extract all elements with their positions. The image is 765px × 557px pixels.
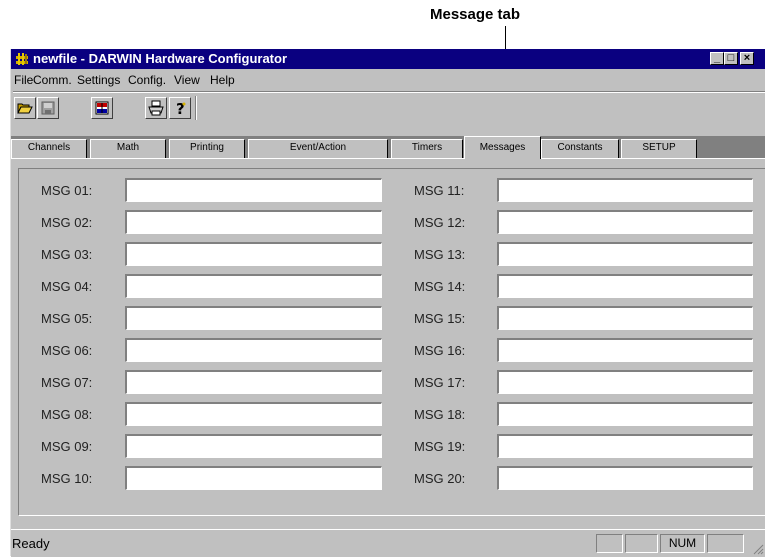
msg-18-input[interactable] <box>497 402 753 426</box>
status-bar: Ready NUM <box>11 529 765 557</box>
menu-help[interactable]: Help <box>210 73 235 87</box>
title-bar[interactable]: newfile - DARWIN Hardware Configurator _… <box>11 49 765 69</box>
help-icon: ? <box>176 100 186 116</box>
msg-17-input[interactable] <box>497 370 753 394</box>
print-button[interactable] <box>145 97 167 119</box>
status-pane-1 <box>596 534 623 553</box>
msg-01-label: MSG 01: <box>41 183 93 198</box>
open-folder-icon <box>17 103 33 114</box>
msg-10-label: MSG 10: <box>41 471 93 486</box>
msg-20-label: MSG 20: <box>414 471 466 486</box>
print-icon <box>148 100 164 116</box>
tab-constants[interactable]: Constants <box>541 139 619 158</box>
msg-04-label: MSG 04: <box>41 279 93 294</box>
window-title: newfile - DARWIN Hardware Configurator <box>33 51 288 66</box>
save-button[interactable] <box>37 97 59 119</box>
messages-panel: MSG 01: MSG 02: MSG 03: MSG 04: MSG 05: … <box>11 158 765 522</box>
menu-comm[interactable]: Comm. <box>33 73 72 87</box>
menu-view[interactable]: View <box>174 73 200 87</box>
msg-17-label: MSG 17: <box>414 375 466 390</box>
msg-04-input[interactable] <box>125 274 382 298</box>
msg-05-input[interactable] <box>125 306 382 330</box>
msg-15-label: MSG 15: <box>414 311 466 326</box>
msg-09-label: MSG 09: <box>41 439 93 454</box>
tab-math[interactable]: Math <box>90 139 166 158</box>
save-disk-icon <box>41 101 55 115</box>
msg-16-input[interactable] <box>497 338 753 362</box>
msg-12-label: MSG 12: <box>414 215 466 230</box>
callout-label: Message tab <box>430 6 521 23</box>
toolbar: ? <box>11 94 765 122</box>
msg-08-input[interactable] <box>125 402 382 426</box>
msg-19-label: MSG 19: <box>414 439 466 454</box>
msg-14-label: MSG 14: <box>414 279 466 294</box>
msg-07-input[interactable] <box>125 370 382 394</box>
msg-13-label: MSG 13: <box>414 247 466 262</box>
resize-grip-icon[interactable] <box>752 543 764 555</box>
msg-05-label: MSG 05: <box>41 311 93 326</box>
menu-file[interactable]: File <box>14 73 33 87</box>
msg-03-input[interactable] <box>125 242 382 266</box>
msg-01-input[interactable] <box>125 178 382 202</box>
msg-03-label: MSG 03: <box>41 247 93 262</box>
communication-icon <box>95 101 109 115</box>
msg-12-input[interactable] <box>497 210 753 234</box>
tab-setup[interactable]: SETUP <box>621 139 697 158</box>
menu-bar: File Comm. Settings Config. View Help <box>11 69 765 89</box>
status-pane-4 <box>707 534 744 553</box>
status-text: Ready <box>12 536 50 551</box>
close-button[interactable]: × <box>740 52 754 65</box>
msg-09-input[interactable] <box>125 434 382 458</box>
maximize-button[interactable]: □ <box>724 52 738 65</box>
tab-channels[interactable]: Channels <box>11 139 87 158</box>
menu-config[interactable]: Config. <box>128 73 166 87</box>
tab-printing[interactable]: Printing <box>169 139 245 158</box>
msg-19-input[interactable] <box>497 434 753 458</box>
status-pane-num: NUM <box>660 534 705 553</box>
msg-20-input[interactable] <box>497 466 753 490</box>
msg-08-label: MSG 08: <box>41 407 93 422</box>
communication-button[interactable] <box>91 97 113 119</box>
tab-event-action[interactable]: Event/Action <box>248 139 388 158</box>
messages-group: MSG 01: MSG 02: MSG 03: MSG 04: MSG 05: … <box>18 168 765 516</box>
status-pane-2 <box>625 534 658 553</box>
msg-18-label: MSG 18: <box>414 407 466 422</box>
msg-11-label: MSG 11: <box>414 183 465 198</box>
tab-timers[interactable]: Timers <box>391 139 463 158</box>
msg-15-input[interactable] <box>497 306 753 330</box>
open-button[interactable] <box>14 97 36 119</box>
msg-11-input[interactable] <box>497 178 753 202</box>
msg-13-input[interactable] <box>497 242 753 266</box>
tab-messages[interactable]: Messages <box>464 136 541 159</box>
svg-text:?: ? <box>176 100 185 116</box>
toolbar-separator <box>13 91 765 93</box>
tab-strip: Channels Math Printing Event/Action Time… <box>11 136 765 159</box>
app-window: newfile - DARWIN Hardware Configurator _… <box>10 49 765 557</box>
msg-14-input[interactable] <box>497 274 753 298</box>
toolbar-divider <box>195 96 197 120</box>
msg-07-label: MSG 07: <box>41 375 93 390</box>
msg-16-label: MSG 16: <box>414 343 466 358</box>
minimize-button[interactable]: _ <box>710 52 724 65</box>
msg-02-input[interactable] <box>125 210 382 234</box>
msg-06-input[interactable] <box>125 338 382 362</box>
msg-06-label: MSG 06: <box>41 343 93 358</box>
help-button[interactable]: ? <box>169 97 191 119</box>
menu-settings[interactable]: Settings <box>77 73 120 87</box>
msg-10-input[interactable] <box>125 466 382 490</box>
app-icon <box>16 53 28 65</box>
msg-02-label: MSG 02: <box>41 215 93 230</box>
